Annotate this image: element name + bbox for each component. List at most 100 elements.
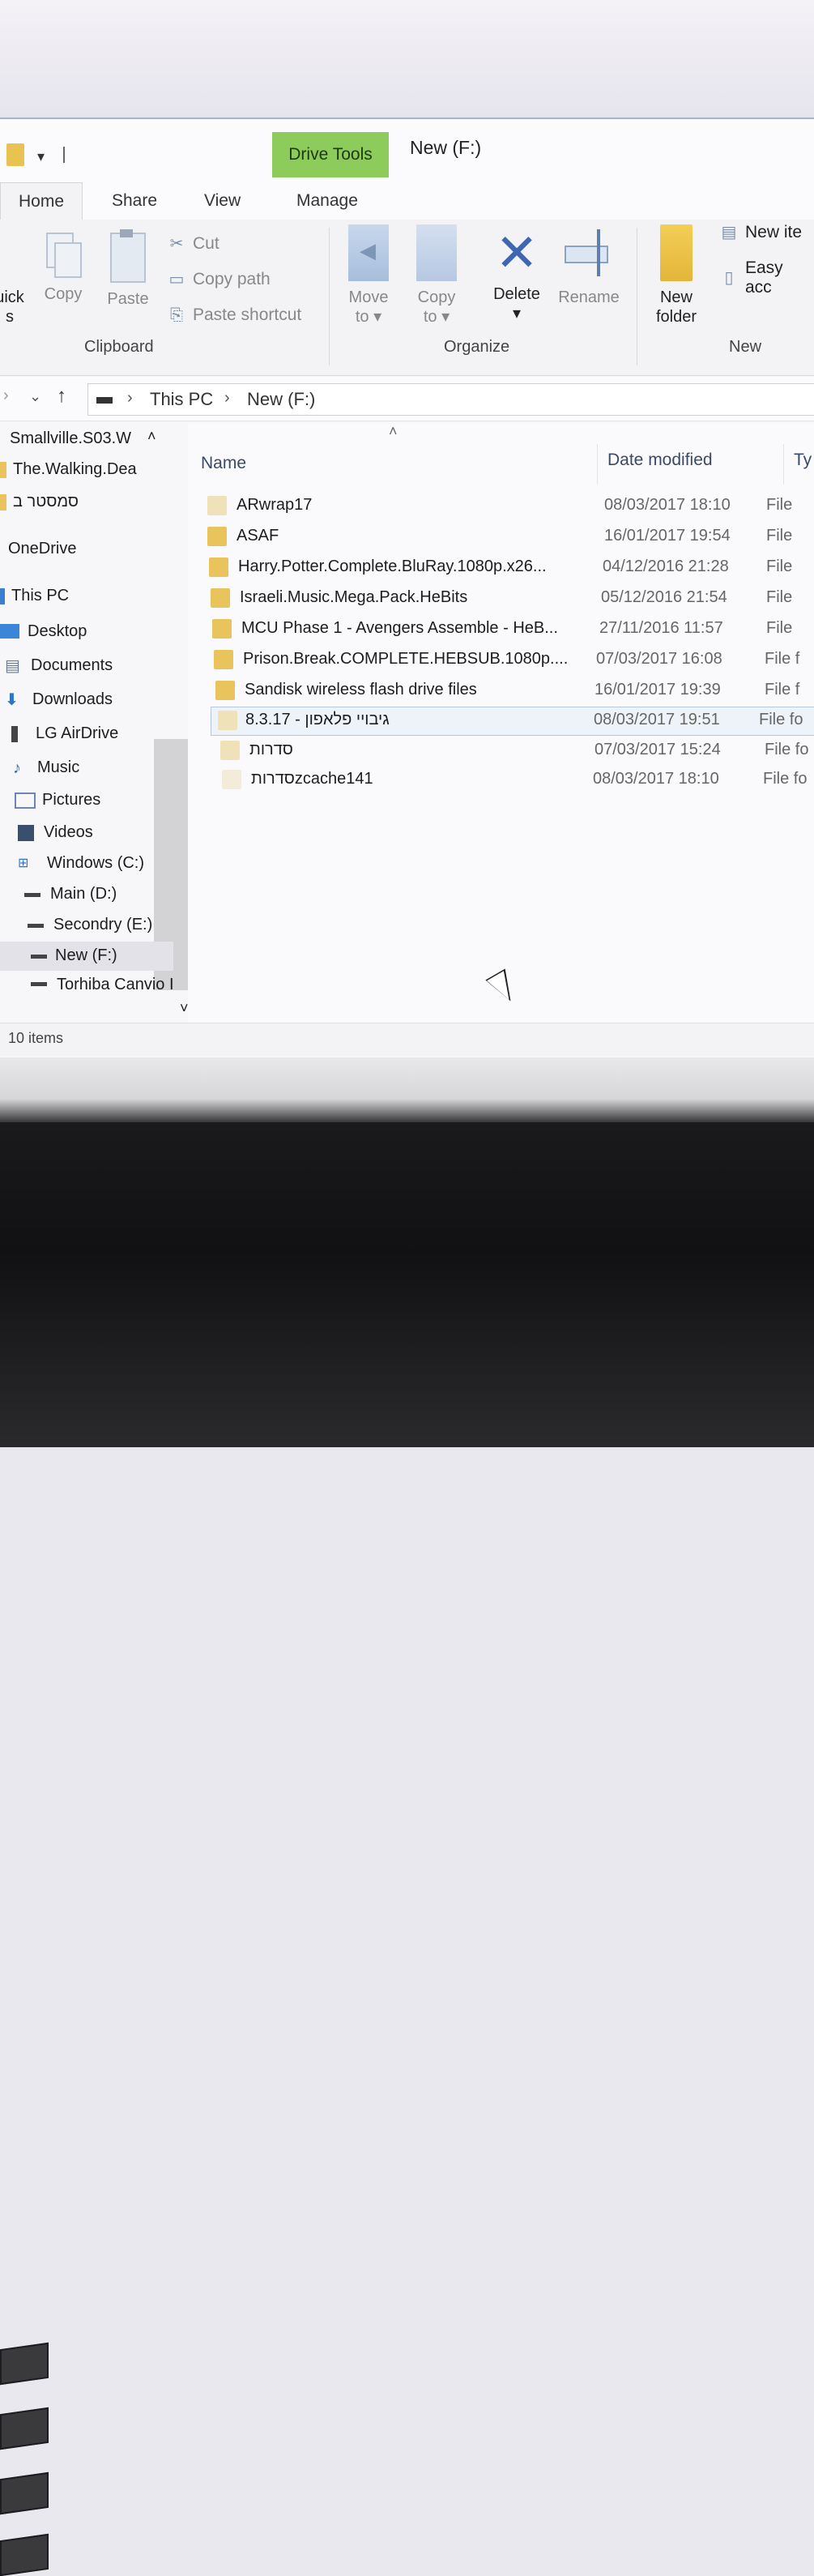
new-item-button[interactable]: ▤ New ite: [719, 223, 802, 242]
new-item-label: New ite: [745, 223, 803, 241]
folder-icon: [207, 527, 227, 546]
sidebar-item-downloads[interactable]: ⬇ Downloads: [0, 686, 188, 715]
navigation-pane: ˄ ˅ Smallville.S03.W The.Walking.Dea סמס…: [0, 423, 188, 1023]
sidebar-item-windows-c[interactable]: ⊞ Windows (C:): [0, 849, 188, 878]
move-to-button[interactable]: Move to ▾: [340, 224, 397, 327]
sidebar-item-toshiba[interactable]: Torhiba Canvio I: [0, 972, 188, 990]
list-item[interactable]: ASAF 16/01/2017 19:54 File: [207, 523, 814, 551]
folder-icon: [222, 770, 241, 789]
list-item[interactable]: סדרות 07/03/2017 15:24 File fo: [220, 737, 814, 765]
list-item[interactable]: Sandisk wireless flash drive files 16/01…: [215, 677, 814, 705]
copy-button[interactable]: Copy: [39, 233, 87, 304]
window-title: New (F:): [410, 137, 482, 158]
drive-tools-context-tab: Drive Tools: [272, 132, 389, 177]
sidebar-item-onedrive[interactable]: OneDrive: [0, 535, 188, 564]
group-divider: [329, 228, 330, 365]
paste-button[interactable]: Paste: [104, 229, 152, 309]
list-item[interactable]: Prison.Break.COMPLETE.HEBSUB.1080p.... 0…: [214, 647, 814, 674]
scroll-down-icon[interactable]: ˅: [180, 1000, 188, 1017]
new-folder-icon: [660, 224, 693, 281]
tab-view[interactable]: View: [204, 182, 241, 220]
copy-path-label: Copy path: [193, 270, 271, 288]
column-name[interactable]: Name: [201, 454, 246, 473]
title-bar: ▾ Drive Tools New (F:): [0, 119, 814, 184]
pin-label-bottom: s: [6, 308, 14, 326]
item-count: 10 items: [8, 1030, 64, 1046]
sidebar-item-walking-dead[interactable]: The.Walking.Dea: [0, 455, 188, 485]
sidebar-item-videos[interactable]: Videos: [0, 818, 188, 848]
delete-button[interactable]: ✕ Delete ▾: [486, 224, 548, 323]
sidebar-item-music[interactable]: ♪ Music: [0, 754, 188, 783]
paste-shortcut-label: Paste shortcut: [193, 305, 302, 324]
sidebar-item-lg-airdrive[interactable]: LG AirDrive: [0, 720, 188, 749]
sidebar-item-new-f[interactable]: New (F:): [0, 942, 173, 971]
file-list: ˄ Name Date modified Ty ARwrap17 08/03/2…: [188, 423, 814, 1023]
music-icon: ♪: [13, 759, 21, 777]
paste-shortcut-button[interactable]: ⎘ Paste shortcut: [167, 305, 301, 325]
sidebar-item-smallville[interactable]: Smallville.S03.W: [0, 425, 188, 454]
column-type[interactable]: Ty: [794, 451, 812, 470]
list-item[interactable]: MCU Phase 1 - Avengers Assemble - HeB...…: [212, 616, 814, 643]
tab-manage[interactable]: Manage: [296, 182, 358, 220]
download-icon: ⬇: [5, 691, 19, 709]
folder-icon: [207, 496, 227, 515]
monitor-bezel: [0, 1057, 814, 1126]
list-item[interactable]: Israeli.Music.Mega.Pack.HeBits 05/12/201…: [211, 585, 814, 613]
toolbar-separator: [63, 147, 65, 163]
copy-path-icon: ▭: [168, 271, 185, 288]
tab-share[interactable]: Share: [112, 182, 157, 220]
breadcrumb-this-pc[interactable]: This PC: [150, 389, 213, 410]
rename-button[interactable]: Rename: [554, 224, 624, 307]
list-item[interactable]: ARwrap17 08/03/2017 18:10 File: [207, 493, 814, 520]
cut-button[interactable]: ✂ Cut: [167, 234, 219, 254]
sidebar-item-main-d[interactable]: Main (D:): [0, 880, 188, 909]
column-divider: [783, 444, 784, 485]
ribbon-tabs: Home Share View Manage: [0, 182, 814, 220]
folder-icon: [0, 494, 6, 511]
background-wall: [0, 0, 814, 122]
documents-icon: ▤: [5, 657, 20, 675]
sidebar-item-semester-b[interactable]: סמסטר ב: [0, 488, 188, 517]
new-folder-button[interactable]: New folder: [648, 224, 705, 327]
paste-icon: [110, 229, 146, 283]
close-icon: ✕: [495, 224, 539, 282]
copy-to-label-2: to ▾: [423, 308, 450, 326]
sidebar-item-documents[interactable]: ▤ Documents: [0, 651, 188, 681]
recent-locations-button[interactable]: ⌄: [29, 388, 41, 405]
sidebar-item-desktop[interactable]: Desktop: [0, 617, 188, 647]
computer-icon: [0, 588, 5, 604]
chevron-down-icon[interactable]: ▾: [37, 148, 45, 165]
copy-path-button[interactable]: ▭ Copy path: [167, 270, 271, 289]
folder-icon: [215, 681, 235, 700]
pin-quick-access-button[interactable]: uick s: [0, 288, 26, 327]
list-item[interactable]: סדרותzcache141 08/03/2017 18:10 File fo: [222, 767, 814, 794]
breadcrumb-separator: ›: [224, 389, 230, 407]
clipboard-group-label: Clipboard: [84, 338, 154, 356]
list-item[interactable]: Harry.Potter.Complete.BluRay.1080p.x26..…: [209, 554, 814, 582]
copy-to-label: Copy: [417, 288, 456, 306]
folder-icon[interactable]: [6, 143, 24, 166]
forward-button[interactable]: ›: [3, 387, 9, 405]
copy-to-button[interactable]: Copy to ▾: [408, 224, 465, 327]
column-date-modified[interactable]: Date modified: [607, 451, 713, 470]
drive-icon: [96, 397, 113, 404]
sidebar-item-this-pc[interactable]: This PC: [0, 582, 188, 611]
breadcrumb-new-f[interactable]: New (F:): [247, 389, 315, 410]
tab-home[interactable]: Home: [0, 182, 83, 220]
easy-access-button[interactable]: ▯ Easy acc: [719, 258, 814, 297]
folder-icon: [220, 741, 240, 760]
copy-label: Copy: [44, 285, 83, 303]
list-item-hovered[interactable]: גיבויי פלאפון - 8.3.17 08/03/2017 19:51 …: [211, 707, 814, 736]
move-to-label: Move: [348, 288, 389, 306]
address-input[interactable]: › This PC › New (F:): [87, 383, 814, 416]
videos-icon: [18, 825, 34, 841]
folder-icon: [218, 711, 237, 730]
ribbon: uick s Copy Paste ✂ Cut ▭ Copy path ⎘ Pa…: [0, 220, 814, 376]
column-divider: [597, 444, 598, 485]
sidebar-item-pictures[interactable]: Pictures: [0, 786, 188, 815]
rename-icon: [565, 224, 613, 281]
sidebar-item-secondry-e[interactable]: Secondry (E:): [0, 911, 188, 940]
up-arrow-icon[interactable]: ↑: [57, 385, 66, 408]
drive-icon: [31, 982, 47, 986]
desk-background: [0, 1122, 814, 2576]
